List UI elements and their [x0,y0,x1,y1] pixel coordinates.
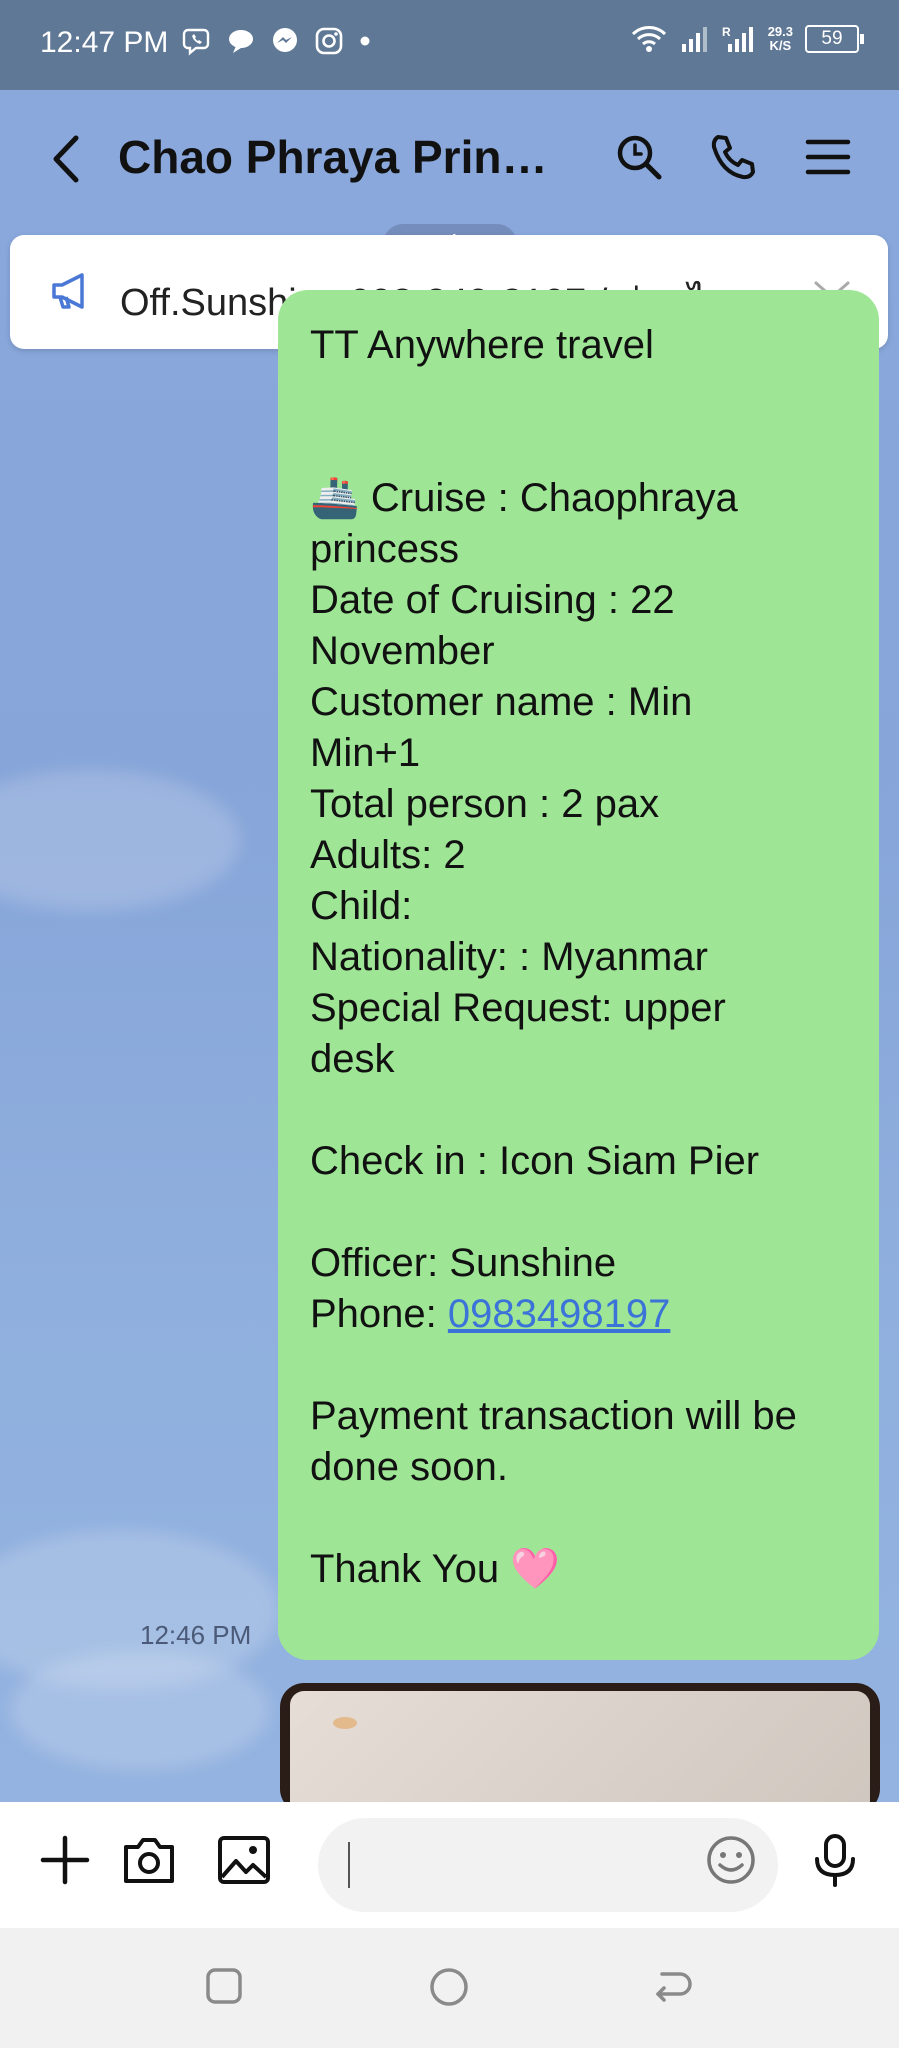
megaphone-icon [52,273,84,309]
search-icon[interactable] [614,132,664,182]
message-line [310,1493,865,1544]
net-speed-value: 29.3 [767,24,793,39]
message-bubble[interactable]: TT Anywhere travel 🚢 Cruise : Chaophraya… [278,290,879,1660]
message-line: Officer: Sunshine [310,1241,617,1285]
message-line: Child: [310,884,413,928]
photo-message[interactable] [280,1683,880,1813]
photo-mark-icon [333,1717,357,1729]
instagram-icon [315,27,343,55]
message-line: Min+1 [310,731,421,775]
message-line: TT Anywhere travel [310,323,654,367]
message-line: Check in : Icon Siam Pier [310,1139,760,1183]
text-caret [348,1842,350,1888]
phone-link[interactable]: 0983498197 [448,1292,670,1336]
chat-title[interactable]: Chao Phraya Princess [118,130,568,184]
signal-icon [681,27,707,52]
messenger-icon [273,28,297,52]
home-icon[interactable] [428,1966,470,2008]
message-timestamp: 12:46 PM [140,1620,252,1650]
message-line [310,1340,865,1391]
status-time: 12:47 PM [40,26,169,59]
message-line [310,1085,865,1136]
phone-label: Phone: [310,1292,448,1336]
phone-line: Phone: 0983498197 [310,1289,865,1340]
message-line: done soon. [310,1445,508,1489]
message-line: November [310,629,495,673]
photo-content [290,1691,870,1813]
image-icon[interactable] [216,1833,272,1887]
message-line: Total person : 2 pax [310,782,660,826]
message-line: princess [310,527,459,571]
message-line: 🚢 Cruise : Chaophraya [310,476,738,520]
back-nav-icon[interactable] [652,1966,694,2006]
status-bar: 12:47 PM R 29.3 K/S 59 [0,0,899,90]
battery-indicator: 59 [805,25,864,53]
message-line: Customer name : Min [310,680,693,724]
menu-icon[interactable] [804,132,852,182]
message-text: TT Anywhere travel 🚢 Cruise : Chaophraya… [310,320,865,1595]
message-line [310,1187,865,1238]
status-app-icons [182,26,372,56]
message-line [310,422,865,473]
viber-icon [182,28,210,56]
microphone-icon[interactable] [808,1833,862,1889]
thank-you-text: Thank You [310,1547,500,1591]
svg-text:R: R [722,25,731,39]
message-line: Special Request: upper [310,986,726,1030]
message-line: Date of Cruising : 22 [310,578,675,622]
phone-icon[interactable] [708,132,758,182]
message-line: Nationality: : Myanmar [310,935,708,979]
status-right: R 29.3 K/S 59 [630,24,864,54]
recents-icon[interactable] [204,1966,244,2006]
net-speed-unit: K/S [769,38,792,53]
emoji-icon[interactable] [704,1833,758,1887]
heart-emoji: 🩷 [510,1547,560,1591]
wifi-icon [631,26,666,52]
message-line: Adults: 2 [310,833,466,877]
chat-bubble-icon [229,30,253,53]
message-line [310,371,865,422]
plus-icon[interactable] [38,1833,92,1887]
dot-icon [360,36,370,46]
signal-roaming-icon: R [722,25,753,52]
message-line: desk [310,1037,395,1081]
net-speed: 29.3 K/S [768,25,793,53]
message-line: Payment transaction will be [310,1394,797,1438]
back-icon[interactable] [46,132,86,186]
thank-you-line: Thank You 🩷 [310,1544,865,1595]
camera-icon[interactable] [120,1833,178,1887]
